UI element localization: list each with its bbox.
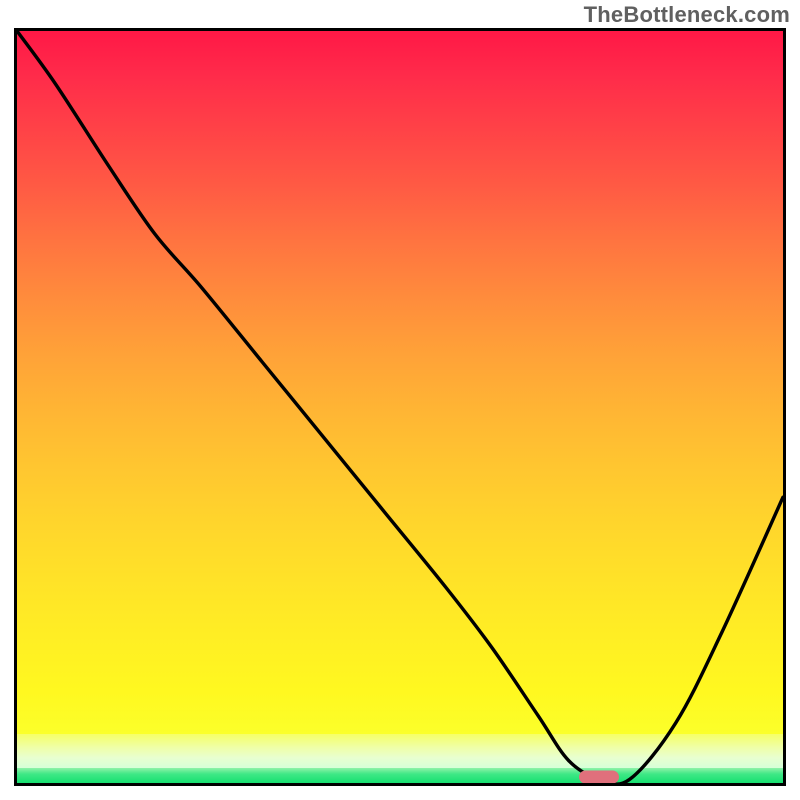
chart-area <box>14 28 786 786</box>
optimum-marker <box>579 770 619 783</box>
watermark-text: TheBottleneck.com <box>584 2 790 28</box>
bottleneck-curve <box>17 31 783 783</box>
